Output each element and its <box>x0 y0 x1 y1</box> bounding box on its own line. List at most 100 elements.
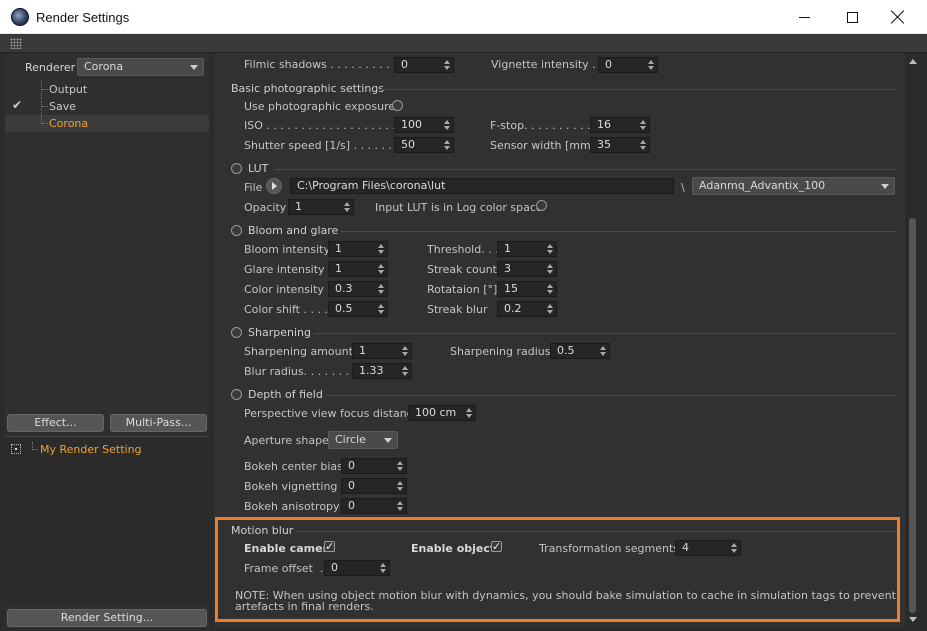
close-button[interactable] <box>875 0 921 34</box>
spinner-arrows-icon[interactable] <box>378 244 384 254</box>
sensor-width-label: Sensor width [mm] <box>490 139 596 152</box>
section-divider <box>314 333 897 334</box>
renderer-dropdown[interactable]: Corona <box>77 58 204 76</box>
field-value: 0.5 <box>335 302 353 315</box>
list-item[interactable]: My Render Setting <box>5 441 209 458</box>
spinner-arrows-icon[interactable] <box>397 481 403 491</box>
spinner-arrows-icon[interactable] <box>444 120 450 130</box>
bloom-section-title: Bloom and glare <box>248 224 339 237</box>
spinner-arrows-icon[interactable] <box>397 501 403 511</box>
toolbar <box>0 34 927 53</box>
lut-enable-radio[interactable] <box>231 163 242 174</box>
sensor-width-field[interactable]: 35 <box>590 137 650 153</box>
use-exposure-radio[interactable] <box>392 100 403 111</box>
streak-count-field[interactable]: 3 <box>497 261 557 277</box>
bokeh-center-bias-field[interactable]: 0 <box>341 458 407 474</box>
lut-preset-dropdown[interactable]: Adanmq_Advantix_100 <box>692 177 895 195</box>
rotation-field[interactable]: 15 <box>497 281 557 297</box>
fstop-label: F-stop. . . . . . . . . . . . <box>490 119 605 132</box>
minimize-icon <box>798 16 810 18</box>
spinner-arrows-icon[interactable] <box>378 304 384 314</box>
aperture-shape-value: Circle <box>335 433 366 446</box>
spinner-arrows-icon[interactable] <box>466 408 472 418</box>
lut-section-title: LUT <box>248 162 269 175</box>
fstop-field[interactable]: 16 <box>590 117 650 133</box>
blur-radius-field[interactable]: 1.33 <box>352 363 412 379</box>
spinner-arrows-icon[interactable] <box>444 60 450 70</box>
spinner-arrows-icon[interactable] <box>640 120 646 130</box>
section-divider <box>326 395 897 396</box>
scroll-down-icon[interactable] <box>909 617 917 622</box>
spinner-arrows-icon[interactable] <box>640 140 646 150</box>
glare-intensity-label: Glare intensity <box>244 263 325 276</box>
field-value: 0 <box>348 499 355 512</box>
sharpening-radius-field[interactable]: 0.5 <box>550 343 610 359</box>
focus-distance-field[interactable]: 100 cm <box>408 405 476 421</box>
log-colorspace-radio[interactable] <box>536 200 547 211</box>
spinner-arrows-icon[interactable] <box>344 202 350 212</box>
shutter-speed-field[interactable]: 50 <box>394 137 454 153</box>
field-value: 0.3 <box>335 282 353 295</box>
bloom-enable-radio[interactable] <box>231 225 242 236</box>
section-divider <box>274 169 897 170</box>
spinner-arrows-icon[interactable] <box>444 140 450 150</box>
sharpening-amount-field[interactable]: 1 <box>352 343 412 359</box>
minimize-button[interactable] <box>781 0 827 34</box>
spinner-arrows-icon[interactable] <box>547 284 553 294</box>
color-shift-field[interactable]: 0.5 <box>328 301 388 317</box>
tree-item-output[interactable]: Output <box>5 81 209 98</box>
field-value: 50 <box>401 138 415 151</box>
tree-item-save[interactable]: ✔ Save <box>5 98 209 115</box>
bokeh-vignetting-field[interactable]: 0 <box>341 478 407 494</box>
checkmark-icon[interactable]: ✔ <box>12 98 22 112</box>
field-value: 0 <box>401 58 408 71</box>
field-value: 1 <box>335 242 342 255</box>
spinner-arrows-icon[interactable] <box>547 244 553 254</box>
field-value: 100 <box>401 118 422 131</box>
field-value: 0 <box>605 58 612 71</box>
field-value: 1 <box>359 344 366 357</box>
vignette-intensity-field[interactable]: 0 <box>598 57 658 73</box>
bloom-intensity-field[interactable]: 1 <box>328 241 388 257</box>
field-value: 100 cm <box>415 406 457 419</box>
lut-file-path-input[interactable]: C:\Program Files\corona\lut <box>290 178 674 194</box>
field-value: C:\Program Files\corona\lut <box>297 179 446 192</box>
opacity-field[interactable]: 1 <box>288 199 354 215</box>
maximize-button[interactable] <box>829 0 875 34</box>
spinner-arrows-icon[interactable] <box>648 60 654 70</box>
vertical-scrollbar[interactable] <box>906 53 920 628</box>
sharpening-amount-label: Sharpening amount <box>244 345 353 358</box>
effect-button[interactable]: Effect... <box>7 414 104 432</box>
bokeh-anisotropy-field[interactable]: 0 <box>341 498 407 514</box>
spinner-arrows-icon[interactable] <box>378 284 384 294</box>
aperture-shape-dropdown[interactable]: Circle <box>328 431 398 449</box>
iso-field[interactable]: 100 <box>394 117 454 133</box>
renderer-row: Renderer Corona <box>5 57 209 77</box>
threshold-field[interactable]: 1 <box>497 241 557 257</box>
spinner-arrows-icon[interactable] <box>547 304 553 314</box>
dof-enable-radio[interactable] <box>231 389 242 400</box>
multi-pass-button[interactable]: Multi-Pass... <box>110 414 207 432</box>
streak-blur-field[interactable]: 0.2 <box>497 301 557 317</box>
spinner-arrows-icon[interactable] <box>600 346 606 356</box>
spinner-arrows-icon[interactable] <box>402 366 408 376</box>
spinner-arrows-icon[interactable] <box>397 461 403 471</box>
color-intensity-field[interactable]: 0.3 <box>328 281 388 297</box>
spinner-arrows-icon[interactable] <box>402 346 408 356</box>
scrollbar-thumb[interactable] <box>909 218 916 613</box>
aperture-shape-label: Aperture shape <box>244 434 329 447</box>
tree-item-corona[interactable]: Corona <box>5 115 209 132</box>
field-value: 1 <box>295 200 302 213</box>
color-shift-label: Color shift . . . . <box>244 303 328 316</box>
spinner-arrows-icon[interactable] <box>547 264 553 274</box>
scroll-up-icon[interactable] <box>909 59 917 64</box>
filmic-shadows-field[interactable]: 0 <box>394 57 454 73</box>
glare-intensity-field[interactable]: 1 <box>328 261 388 277</box>
file-browse-play-icon[interactable] <box>266 178 282 194</box>
sharpening-enable-radio[interactable] <box>231 327 242 338</box>
tree-item-label: Output <box>49 83 88 96</box>
render-setting-button[interactable]: Render Setting... <box>7 609 207 627</box>
grip-handle-icon[interactable] <box>10 38 22 49</box>
bokeh-center-bias-label: Bokeh center bias <box>244 460 343 473</box>
spinner-arrows-icon[interactable] <box>378 264 384 274</box>
